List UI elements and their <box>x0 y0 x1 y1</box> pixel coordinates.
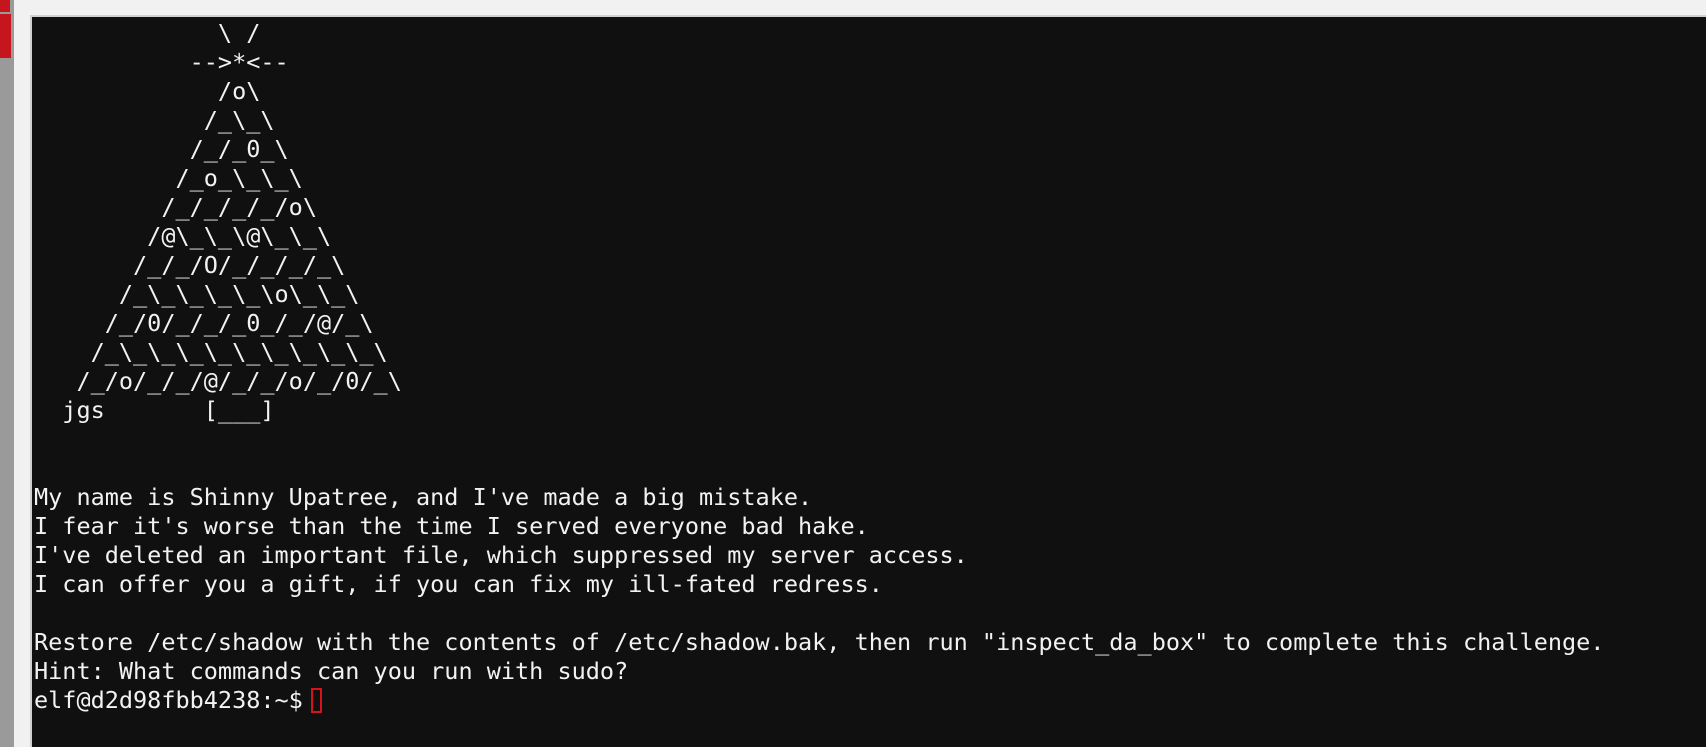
ascii-art-line: /_/_0_\ <box>34 135 289 163</box>
hint-line: Hint: What commands can you run with sud… <box>34 657 629 685</box>
window-edge-accent <box>0 14 11 58</box>
message-line: My name is Shinny Upatree, and I've made… <box>34 483 813 511</box>
ascii-art-line: /_/o/_/_/@/_/_/o/_/0/_\ <box>34 367 402 395</box>
command-prompt-line[interactable]: elf@d2d98fbb4238:~$ <box>34 686 322 714</box>
window-corner-accent <box>0 0 10 12</box>
ascii-art-line: /_/_/O/_/_/_/_\ <box>34 251 346 279</box>
message-line: I can offer you a gift, if you can fix m… <box>34 570 883 598</box>
ascii-art-line: /_o_\_\_\ <box>34 164 303 192</box>
terminal-output: \ / -->*<-- /o\ /_\_\ /_/_0_\ /_o_\_\_\ … <box>34 19 1604 715</box>
ascii-art-line: /_/0/_/_/_0_/_/@/_\ <box>34 309 374 337</box>
ascii-art-line: \ / <box>34 19 261 47</box>
message-line: I fear it's worse than the time I served… <box>34 512 869 540</box>
challenge-instruction: Restore /etc/shadow with the contents of… <box>34 628 1605 656</box>
ascii-art-line: /_/_/_/_/o\ <box>34 193 317 221</box>
message-line: I've deleted an important file, which su… <box>34 541 968 569</box>
ascii-art-signature: jgs [___] <box>34 396 275 424</box>
ascii-art-line: -->*<-- <box>34 48 289 76</box>
cursor-block <box>310 688 322 713</box>
ascii-art-line: /_\_\_\_\_\o\_\_\ <box>34 280 360 308</box>
terminal-window[interactable]: \ / -->*<-- /o\ /_\_\ /_/_0_\ /_o_\_\_\ … <box>30 15 1706 747</box>
left-window-edge <box>0 0 14 747</box>
ascii-art-line: /@\_\_\@\_\_\ <box>34 222 332 250</box>
ascii-art-line: /o\ <box>34 77 261 105</box>
ascii-art-line: /_\_\_\_\_\_\_\_\_\_\ <box>34 338 388 366</box>
shell-prompt: elf@d2d98fbb4238:~$ <box>34 686 303 714</box>
ascii-art-line: /_\_\ <box>34 106 275 134</box>
